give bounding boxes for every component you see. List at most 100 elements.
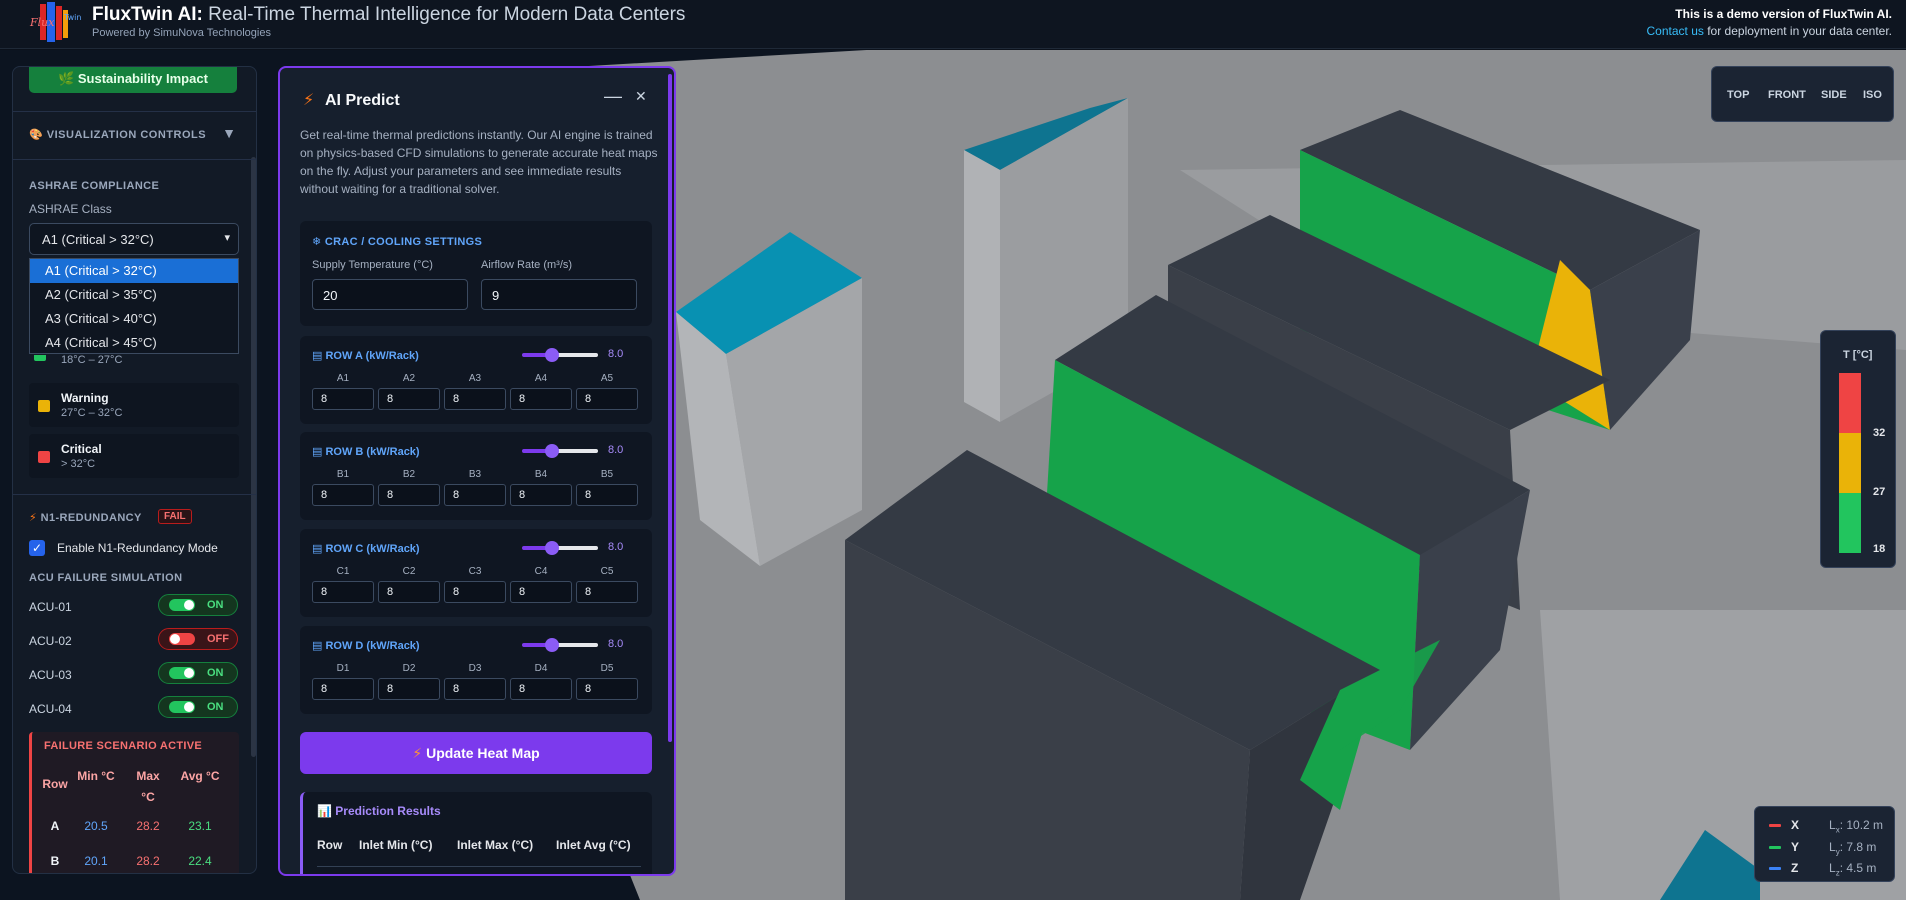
rack-label: D5	[600, 663, 614, 674]
view-side-button[interactable]: SIDE	[1821, 89, 1847, 101]
rack-power-input[interactable]: 8	[444, 388, 506, 410]
kw-per-rack-slider[interactable]	[522, 638, 598, 652]
kw-per-rack-slider[interactable]	[522, 444, 598, 458]
rack-row-card: ▤ ROW A (kW/Rack) 8.0 A1 8 A2 8 A3 8 A4 8 A5 8	[300, 336, 652, 424]
rack-power-input[interactable]: 8	[312, 581, 374, 603]
acu-03-toggle[interactable]: ON	[158, 662, 238, 684]
ai-predict-panel: ⚡ AI Predict — ✕ Get real-time thermal p…	[278, 66, 676, 876]
prediction-results-card: 📊 Prediction Results Row Inlet Min (°C) …	[300, 792, 652, 874]
rack-power-input[interactable]: 8	[312, 388, 374, 410]
slider-thumb[interactable]	[545, 638, 560, 652]
slider-value: 8.0	[608, 638, 624, 650]
legend-tick: 32	[1873, 427, 1886, 439]
n1-redundancy-heading: ⚡ N1-REDUNDANCY	[29, 512, 142, 524]
safe-swatch	[34, 355, 46, 361]
rack-label: C5	[600, 566, 614, 577]
view-iso-button[interactable]: ISO	[1863, 89, 1882, 101]
rack-power-input[interactable]: 8	[378, 484, 440, 506]
close-icon[interactable]: ✕	[635, 88, 647, 105]
scrollbar[interactable]	[251, 157, 256, 757]
legend-tick: 18	[1873, 543, 1886, 555]
rack-power-input[interactable]: 8	[378, 388, 440, 410]
acu-01-toggle[interactable]: ON	[158, 594, 238, 616]
rack-label: A1	[336, 373, 350, 384]
ai-predict-description: Get real-time thermal predictions instan…	[300, 128, 658, 196]
supply-temp-input[interactable]: 20	[312, 279, 468, 310]
chevron-down-icon: ▾	[224, 232, 230, 244]
temperature-legend-title: T [°C]	[1843, 349, 1873, 361]
crac-settings-card: ❄ CRAC / COOLING SETTINGS Supply Tempera…	[300, 221, 652, 326]
rack-label: A2	[402, 373, 416, 384]
view-top-button[interactable]: TOP	[1727, 89, 1749, 101]
table-cell: 23.1	[188, 819, 212, 833]
legend-critical: Critical > 32°C	[29, 434, 239, 478]
kw-per-rack-slider[interactable]	[522, 348, 598, 362]
svg-text:Flux: Flux	[29, 16, 55, 29]
rack-power-input[interactable]: 8	[444, 581, 506, 603]
rack-power-input[interactable]: 8	[510, 388, 572, 410]
kw-per-rack-slider[interactable]	[522, 541, 598, 555]
rack-power-input[interactable]: 8	[576, 678, 638, 700]
airflow-input[interactable]: 9	[481, 279, 637, 310]
rack-power-input[interactable]: 8	[510, 678, 572, 700]
ashrae-option[interactable]: A4 (Critical > 45°C)	[30, 331, 238, 355]
rack-power-input[interactable]: 8	[576, 484, 638, 506]
rack-power-input[interactable]: 8	[510, 581, 572, 603]
rack-label: A5	[600, 373, 614, 384]
y-axis-swatch	[1769, 846, 1781, 849]
rack-label: B4	[534, 469, 548, 480]
server-icon: ▤	[312, 640, 323, 652]
powered-by: Powered by SimuNova Technologies	[92, 27, 271, 39]
chart-icon: 📊	[317, 804, 332, 818]
rack-power-input[interactable]: 8	[312, 678, 374, 700]
rack-power-input[interactable]: 8	[378, 678, 440, 700]
axis-dimensions: X Lx: 10.2 m Y Ly: 7.8 m Z Lz: 4.5 m	[1754, 806, 1895, 882]
left-control-panel: 🌿 Sustainability Impact 🎨 VISUALIZATION …	[12, 66, 257, 874]
visualization-controls-header[interactable]: 🎨 VISUALIZATION CONTROLS	[29, 128, 206, 141]
rack-power-input[interactable]: 8	[576, 388, 638, 410]
acu-02-toggle[interactable]: OFF	[158, 628, 238, 650]
ashrae-class-select[interactable]: A1 (Critical > 32°C) ▾	[29, 223, 239, 255]
warning-swatch	[38, 400, 50, 412]
sustainability-impact-button[interactable]: 🌿 Sustainability Impact	[29, 67, 237, 93]
rack-power-input[interactable]: 8	[378, 581, 440, 603]
prediction-results-title: 📊 Prediction Results	[317, 804, 441, 818]
temperature-legend: T [°C] 32 27 18	[1820, 330, 1896, 568]
ashrae-option[interactable]: A1 (Critical > 32°C)	[30, 259, 238, 283]
server-icon: ▤	[312, 350, 323, 362]
slider-thumb[interactable]	[545, 541, 560, 555]
divider	[13, 494, 256, 495]
rack-power-input[interactable]: 8	[444, 484, 506, 506]
lightning-icon: ⚡	[303, 92, 315, 109]
scrollbar[interactable]	[668, 74, 672, 742]
minimize-icon[interactable]: —	[604, 86, 622, 107]
chevron-down-icon[interactable]: ▼	[222, 125, 236, 141]
slider-thumb[interactable]	[545, 348, 560, 362]
ashrae-compliance-heading: ASHRAE COMPLIANCE	[29, 180, 160, 192]
contact-us-link[interactable]: Contact us	[1647, 24, 1704, 38]
rack-label: B2	[402, 469, 416, 480]
server-icon: ▤	[312, 446, 323, 458]
crac-settings-title: ❄ CRAC / COOLING SETTINGS	[312, 236, 483, 248]
axis-length: Ly: 7.8 m	[1829, 840, 1877, 857]
table-cell: B	[50, 854, 60, 868]
svg-text:Twin: Twin	[63, 13, 81, 22]
rack-power-input[interactable]: 8	[576, 581, 638, 603]
rack-label: D3	[468, 663, 482, 674]
ashrae-option[interactable]: A2 (Critical > 35°C)	[30, 283, 238, 307]
view-front-button[interactable]: FRONT	[1768, 89, 1806, 101]
rack-label: B1	[336, 469, 350, 480]
slider-thumb[interactable]	[545, 444, 560, 458]
table-header: Row	[42, 777, 68, 791]
rack-label: D1	[336, 663, 350, 674]
legend-range: > 32°C	[61, 458, 96, 470]
ashrae-option[interactable]: A3 (Critical > 40°C)	[30, 307, 238, 331]
rack-row-title: ▤ ROW C (kW/Rack)	[312, 543, 420, 555]
rack-power-input[interactable]: 8	[510, 484, 572, 506]
n1-redundancy-checkbox[interactable]: ✓	[29, 540, 45, 556]
update-heat-map-button[interactable]: ⚡ Update Heat Map	[300, 732, 652, 774]
ashrae-class-dropdown[interactable]: A1 (Critical > 32°C) A2 (Critical > 35°C…	[29, 258, 239, 354]
acu-04-toggle[interactable]: ON	[158, 696, 238, 718]
rack-power-input[interactable]: 8	[312, 484, 374, 506]
rack-power-input[interactable]: 8	[444, 678, 506, 700]
